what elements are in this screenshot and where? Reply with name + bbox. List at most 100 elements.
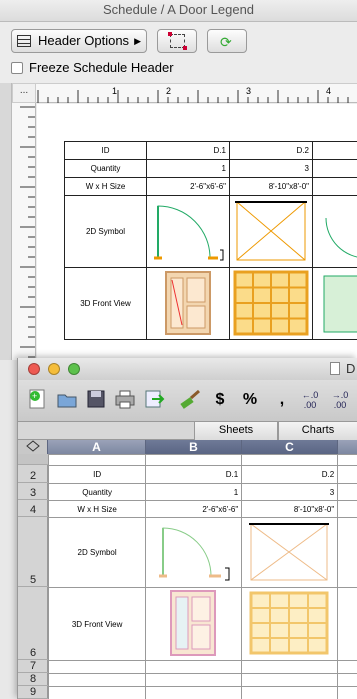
- door-elevation[interactable]: [145, 587, 243, 661]
- ruler-ticks: [20, 106, 35, 358]
- row-label[interactable]: W x H Size: [47, 500, 147, 518]
- table-row: W x H Size 2'-6"x6'-6" 8'-10"x8'-0": [64, 177, 357, 196]
- table-row: 2D Symbol: [64, 195, 357, 268]
- cell-d2: 3: [229, 159, 313, 178]
- column-header-b[interactable]: B: [146, 440, 242, 454]
- column-header-c[interactable]: C: [242, 440, 338, 454]
- print-icon[interactable]: [113, 388, 137, 412]
- row-header[interactable]: 3: [18, 483, 48, 500]
- row-header[interactable]: 7: [18, 660, 48, 673]
- cell-d1[interactable]: 1: [145, 483, 243, 501]
- row-header[interactable]: 2: [18, 465, 48, 483]
- minimize-button[interactable]: [48, 363, 60, 375]
- tab-sheets[interactable]: Sheets: [194, 422, 278, 440]
- disclosure-arrow-icon: ▶: [134, 36, 141, 46]
- cell-d1[interactable]: 2'-6"x6'-6": [145, 500, 243, 518]
- row-header[interactable]: 5: [18, 517, 48, 587]
- ruler-number: 3: [246, 86, 252, 96]
- row-label: 2D Symbol: [64, 195, 147, 268]
- door-elevation: [229, 267, 313, 340]
- row-header[interactable]: 8: [18, 673, 48, 686]
- ruler-corner[interactable]: ...: [12, 83, 36, 103]
- garage-door-elevation-icon: [249, 591, 329, 655]
- cell-d1: D.1: [146, 141, 230, 160]
- door-plan-symbol[interactable]: [145, 517, 243, 588]
- schedule-table: ID D.1 D.2 Quantity 1 3 W x H Size 2'-6"…: [64, 141, 357, 340]
- swing-door-symbol-icon: [154, 204, 224, 260]
- format-painter-icon[interactable]: [178, 388, 202, 412]
- selection-icon: [168, 32, 187, 50]
- comma-format-icon[interactable]: ,: [270, 388, 294, 412]
- close-button[interactable]: [28, 363, 40, 375]
- garage-door-symbol-icon: [235, 200, 307, 260]
- refresh-icon: ⟳: [220, 34, 232, 50]
- schedule-canvas[interactable]: ID D.1 D.2 Quantity 1 3 W x H Size 2'-6"…: [37, 104, 357, 360]
- door-elevation-icon: [170, 590, 217, 656]
- window-title: Schedule / A Door Legend: [0, 0, 357, 22]
- door-elevation[interactable]: [241, 587, 339, 661]
- sheet-table: ID D.1 D.2 Quantity 1 3 W x H Size 2'-6"…: [47, 454, 357, 699]
- save-icon[interactable]: [84, 388, 108, 412]
- row-label[interactable]: ID: [47, 465, 147, 484]
- table-row: [47, 686, 357, 699]
- ruler-number: 4: [326, 86, 332, 96]
- refresh-button[interactable]: ⟳: [207, 29, 247, 53]
- door-plan-symbol: [146, 195, 230, 268]
- header-options-button[interactable]: Header Options ▶: [11, 29, 147, 53]
- cell-grid[interactable]: ID D.1 D.2 Quantity 1 3 W x H Size 2'-6"…: [47, 454, 357, 699]
- left-panel-edge: [0, 83, 12, 360]
- export-icon[interactable]: [142, 388, 166, 412]
- horizontal-ruler: 1 2 3 4: [36, 83, 357, 103]
- freeze-header-label: Freeze Schedule Header: [29, 60, 174, 75]
- door-plan-symbol: [229, 195, 313, 268]
- row-label: 3D Front View: [64, 267, 147, 340]
- door-plan-symbol[interactable]: [241, 517, 339, 588]
- spreadsheet-titlebar[interactable]: D: [18, 358, 357, 380]
- row-label: ID: [64, 141, 147, 160]
- diamond-icon: [25, 440, 40, 452]
- decrease-decimals-icon[interactable]: →.0 .00: [328, 390, 352, 414]
- row-label[interactable]: Quantity: [47, 483, 147, 501]
- tab-charts[interactable]: Charts: [278, 422, 357, 440]
- row-header[interactable]: 9: [18, 686, 48, 699]
- garage-door-symbol-icon: [249, 522, 330, 580]
- row-label[interactable]: 3D Front View: [47, 587, 147, 661]
- ruler-ticks: [37, 90, 349, 103]
- cell-d2[interactable]: 8'-10"x8'-0": [241, 500, 339, 518]
- cell-d1[interactable]: D.1: [145, 465, 243, 484]
- row-header[interactable]: 6: [18, 587, 48, 660]
- select-all-corner[interactable]: [18, 440, 48, 454]
- window-title: D: [346, 361, 356, 376]
- increase-decimals-icon[interactable]: ←.0 .00: [298, 390, 322, 414]
- select-tool-button[interactable]: [157, 29, 197, 53]
- zoom-button[interactable]: [68, 363, 80, 375]
- door-elevation: [312, 267, 357, 340]
- column-header-a[interactable]: A: [48, 440, 146, 454]
- door-elevation-icon: [165, 270, 211, 335]
- table-row: 2D Symbol: [47, 517, 357, 588]
- table-row: Quantity 1 3: [47, 483, 357, 501]
- freeze-header-checkbox[interactable]: [11, 62, 23, 74]
- percent-format-icon[interactable]: %: [238, 388, 262, 412]
- table-row: [47, 454, 357, 466]
- cell-d2[interactable]: D.2: [241, 465, 339, 484]
- row-header-1[interactable]: [18, 454, 48, 465]
- table-row: [47, 673, 357, 687]
- new-document-icon[interactable]: +: [26, 388, 50, 412]
- door-plan-symbol: [312, 195, 357, 268]
- schedule-window: Schedule / A Door Legend Header Options …: [0, 0, 357, 360]
- row-header-column: 2 3 4 5 6 7 8 9: [18, 454, 48, 699]
- door-elevation: [146, 267, 230, 340]
- cell-d1: 1: [146, 159, 230, 178]
- svg-text:+: +: [32, 391, 37, 401]
- header-options-label: Header Options: [38, 33, 130, 48]
- swing-door-symbol-icon: [159, 526, 230, 580]
- table-row: 3D Front View: [47, 587, 357, 661]
- row-header[interactable]: 4: [18, 500, 48, 517]
- row-label[interactable]: 2D Symbol: [47, 517, 147, 588]
- open-folder-icon[interactable]: [55, 388, 79, 412]
- ruler-number: 1: [112, 86, 118, 96]
- cell-d2[interactable]: 3: [241, 483, 339, 501]
- currency-format-icon[interactable]: $: [208, 388, 232, 412]
- app-root: Schedule / A Door Legend Header Options …: [0, 0, 357, 699]
